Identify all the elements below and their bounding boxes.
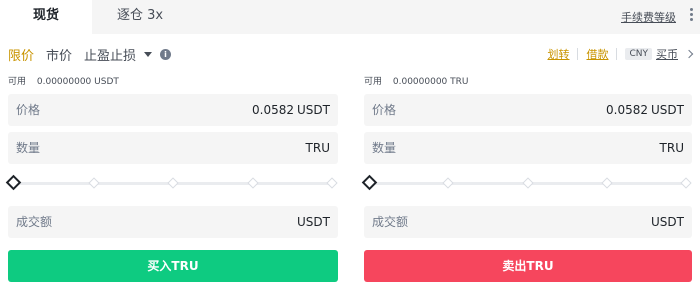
borrow-link[interactable]: 借款 bbox=[586, 46, 608, 62]
price-value: 0.0582 bbox=[606, 103, 648, 117]
more-vertical-icon[interactable] bbox=[688, 8, 694, 24]
order-type-limit[interactable]: 限价 bbox=[8, 45, 34, 64]
amount-label: 数量 bbox=[372, 141, 397, 155]
buy-available: 可用 0.00000000 USDT bbox=[8, 74, 338, 88]
available-label: 可用 bbox=[364, 77, 383, 87]
chevron-right-icon[interactable] bbox=[684, 49, 694, 59]
buy-coin-link[interactable]: 买币 bbox=[656, 46, 678, 62]
sell-amount-input[interactable]: 数量 TRU bbox=[364, 132, 692, 164]
slider-step-75[interactable] bbox=[247, 177, 259, 189]
sell-price-input[interactable]: 价格 0.0582 USDT bbox=[364, 94, 692, 126]
price-value: 0.0582 bbox=[252, 103, 294, 117]
tab-spot[interactable]: 现货 bbox=[0, 0, 92, 34]
slider-step-25[interactable] bbox=[88, 177, 100, 189]
caret-down-icon[interactable] bbox=[144, 51, 153, 57]
price-unit: USDT bbox=[651, 103, 684, 117]
divider bbox=[616, 48, 618, 60]
amount-label: 数量 bbox=[16, 141, 41, 155]
available-label: 可用 bbox=[8, 77, 27, 87]
buy-percent-slider[interactable] bbox=[5, 168, 338, 198]
buy-button[interactable]: 买入TRU bbox=[8, 250, 338, 282]
tab-isolated-margin[interactable]: 逐仓 3x bbox=[104, 0, 176, 34]
buy-amount-input[interactable]: 数量 TRU bbox=[8, 132, 338, 164]
top-tab-bar: 现货 逐仓 3x 手续费等级 bbox=[0, 0, 700, 34]
slider-step-50[interactable] bbox=[522, 177, 534, 189]
total-unit: USDT bbox=[297, 215, 330, 229]
slider-step-75[interactable] bbox=[601, 177, 613, 189]
amount-unit: TRU bbox=[305, 141, 330, 155]
account-links: 划转 借款 CNY 买币 bbox=[547, 44, 694, 64]
slider-step-100[interactable] bbox=[680, 177, 692, 189]
order-type-selector: 限价 市价 止盈止损 i bbox=[8, 44, 172, 64]
slider-step-100[interactable] bbox=[326, 177, 338, 189]
amount-unit: TRU bbox=[659, 141, 684, 155]
sell-total-input[interactable]: 成交额 USDT bbox=[364, 206, 692, 238]
price-label: 价格 bbox=[16, 103, 41, 117]
available-value: 0.00000000 USDT bbox=[36, 77, 119, 87]
order-type-stop-limit[interactable]: 止盈止损 bbox=[84, 45, 136, 64]
currency-badge: CNY bbox=[625, 48, 652, 60]
buy-total-input[interactable]: 成交额 USDT bbox=[8, 206, 338, 238]
sell-form: 可用 0.00000000 TRU 价格 0.0582 USDT 数量 TRU … bbox=[361, 74, 692, 282]
transfer-link[interactable]: 划转 bbox=[547, 46, 569, 62]
slider-step-25[interactable] bbox=[442, 177, 454, 189]
fee-level-link[interactable]: 手续费等级 bbox=[621, 9, 676, 25]
slider-step-50[interactable] bbox=[167, 177, 179, 189]
sell-available: 可用 0.00000000 TRU bbox=[364, 74, 692, 88]
total-unit: USDT bbox=[651, 215, 684, 229]
slider-handle[interactable] bbox=[361, 174, 378, 191]
price-label: 价格 bbox=[372, 103, 397, 117]
info-icon[interactable]: i bbox=[160, 48, 172, 60]
order-type-market[interactable]: 市价 bbox=[46, 45, 72, 64]
buy-price-input[interactable]: 价格 0.0582 USDT bbox=[8, 94, 338, 126]
available-value: 0.00000000 TRU bbox=[392, 77, 469, 87]
divider bbox=[577, 48, 579, 60]
buy-form: 可用 0.00000000 USDT 价格 0.0582 USDT 数量 TRU… bbox=[5, 74, 338, 282]
total-label: 成交额 bbox=[16, 215, 53, 229]
sell-button[interactable]: 卖出TRU bbox=[364, 250, 692, 282]
total-label: 成交额 bbox=[372, 215, 409, 229]
sell-percent-slider[interactable] bbox=[361, 168, 692, 198]
slider-handle[interactable] bbox=[5, 174, 22, 191]
price-unit: USDT bbox=[297, 103, 330, 117]
